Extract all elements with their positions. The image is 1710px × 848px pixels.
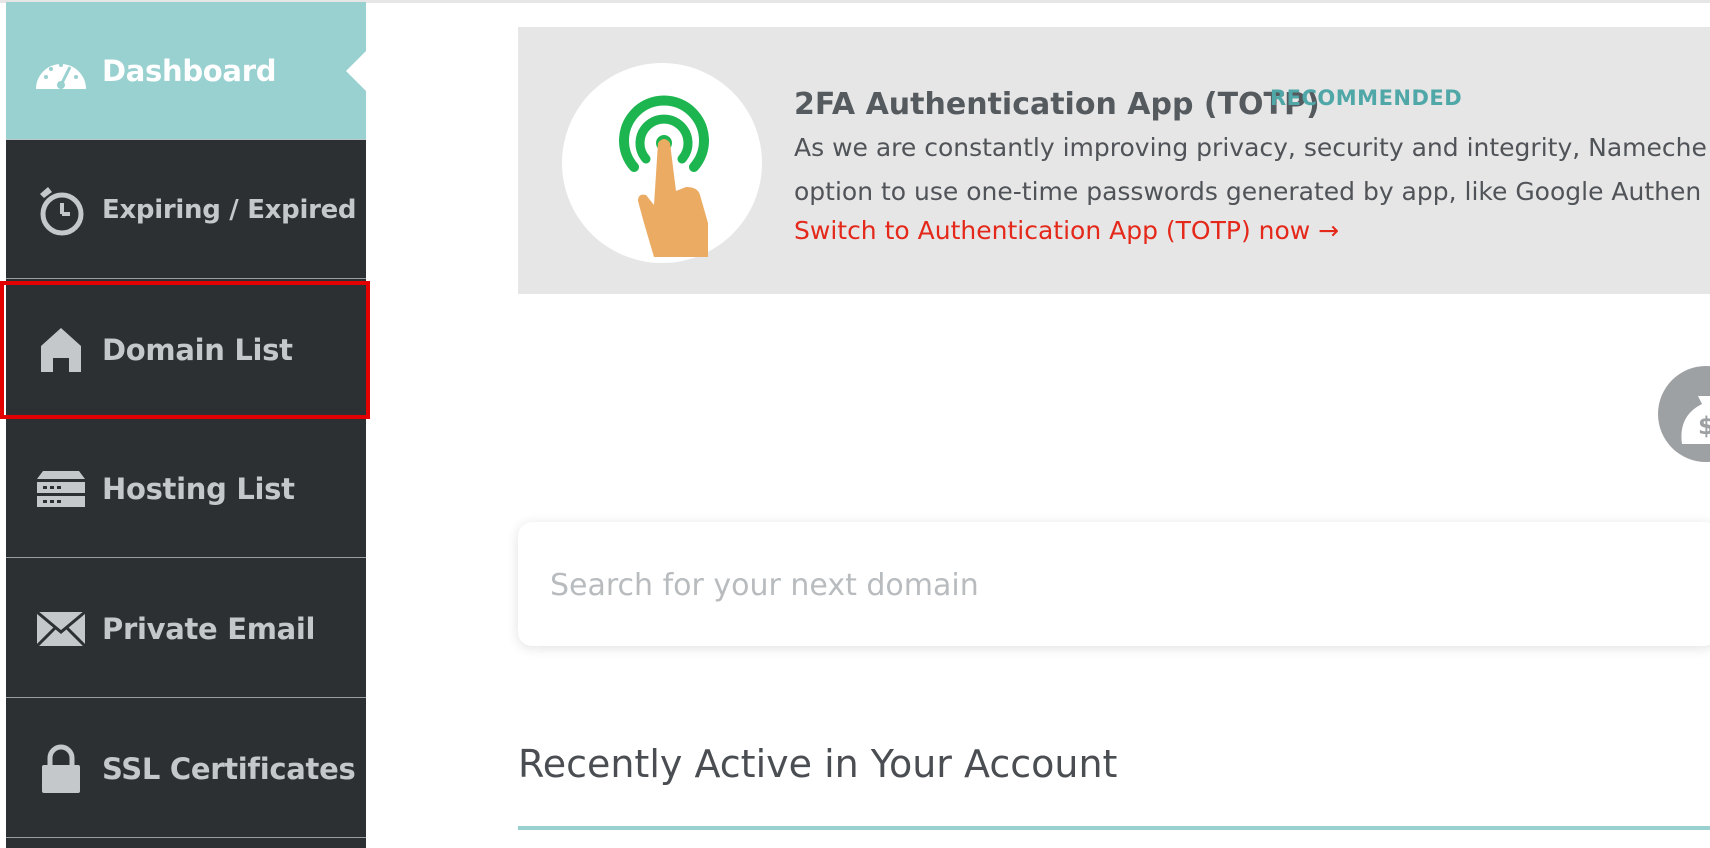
padlock-icon [33,741,89,797]
sidebar-item-label: Dashboard [102,53,277,88]
recently-active-title: Recently Active in Your Account [518,742,1118,786]
switch-to-totp-link[interactable]: Switch to Authentication App (TOTP) now … [794,216,1339,245]
sidebar-item-label: Expiring / Expired [102,194,357,225]
banner-description: As we are constantly improving privacy, … [794,126,1710,214]
sidebar-item-label: Domain List [102,332,293,367]
server-icon [33,461,89,517]
sidebar-item-label: Private Email [102,611,316,646]
totp-banner: 2FA Authentication App (TOTP) RECOMMENDE… [518,27,1710,294]
sidebar-item-expiring[interactable]: Expiring / Expired [6,141,366,279]
sidebar-item-ssl-certificates[interactable]: SSL Certificates [6,700,366,838]
house-icon [33,322,89,378]
domain-search-input[interactable] [548,552,1552,618]
sidebar-item-label: SSL Certificates [102,751,356,786]
sidebar-item-private-email[interactable]: Private Email [6,560,366,698]
sidebar: Dashboard Expiring / Expired Domain List [0,2,370,848]
touch-hand-icon [619,95,709,257]
sidebar-item-label: Hosting List [102,471,295,506]
badge-circle [562,63,762,263]
active-pointer [346,50,366,91]
money-bag-icon[interactable]: $ [1658,366,1710,462]
banner-title: 2FA Authentication App (TOTP) [794,87,1320,122]
sidebar-item-dashboard[interactable]: Dashboard [6,2,366,140]
sidebar-item-hosting-list[interactable]: Hosting List [6,420,366,558]
banner-description-line: option to use one-time passwords generat… [794,177,1702,206]
speedometer-icon [33,43,89,99]
sidebar-item-domain-list[interactable]: Domain List [0,281,370,419]
stopwatch-icon [33,182,89,238]
banner-description-line: As we are constantly improving privacy, … [794,133,1707,162]
domain-search-box [518,522,1710,646]
svg-text:$: $ [1698,412,1710,440]
envelope-icon [33,601,89,657]
section-divider [518,826,1710,830]
recommended-badge: RECOMMENDED [1270,86,1463,110]
